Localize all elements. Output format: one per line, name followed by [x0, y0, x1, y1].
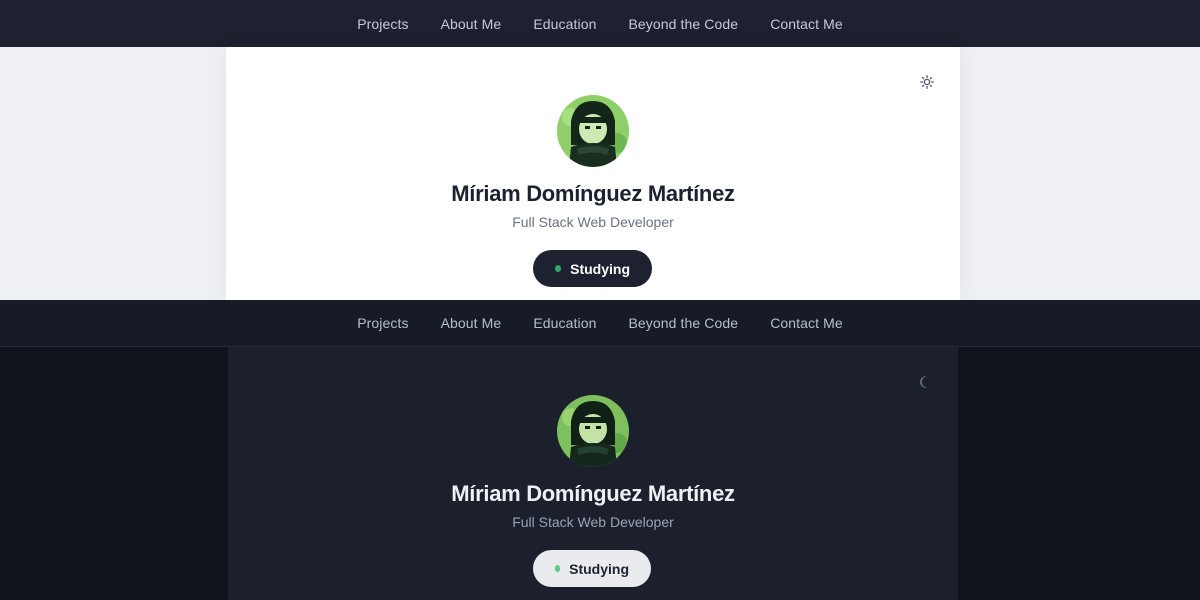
- nav-projects[interactable]: Projects: [357, 16, 408, 32]
- status-dot-icon: [555, 565, 561, 572]
- nav-projects[interactable]: Projects: [357, 315, 408, 331]
- top-navigation: Projects About Me Education Beyond the C…: [0, 0, 1200, 47]
- light-theme-view: Projects About Me Education Beyond the C…: [0, 0, 1200, 300]
- profile-card: Míriam Domínguez Martínez Full Stack Web…: [228, 347, 958, 600]
- nav-beyond-the-code[interactable]: Beyond the Code: [628, 16, 738, 32]
- status-badge[interactable]: Studying: [533, 550, 651, 587]
- sun-icon: [920, 75, 934, 89]
- nav-education[interactable]: Education: [533, 16, 596, 32]
- status-label: Studying: [569, 560, 629, 577]
- status-badge[interactable]: Studying: [533, 250, 652, 287]
- profile-role: Full Stack Web Developer: [512, 514, 674, 530]
- nav-contact-me[interactable]: Contact Me: [770, 16, 843, 32]
- nav-about-me[interactable]: About Me: [441, 16, 502, 32]
- status-dot-icon: [555, 265, 562, 272]
- avatar: [557, 395, 629, 467]
- dark-theme-view: Projects About Me Education Beyond the C…: [0, 300, 1200, 600]
- theme-toggle-button[interactable]: [916, 373, 934, 391]
- avatar-illustration: [557, 395, 629, 467]
- profile-name: Míriam Domínguez Martínez: [451, 481, 735, 506]
- nav-beyond-the-code[interactable]: Beyond the Code: [628, 315, 738, 331]
- avatar-illustration: [557, 95, 629, 167]
- top-navigation: Projects About Me Education Beyond the C…: [0, 300, 1200, 347]
- profile-name: Míriam Domínguez Martínez: [451, 181, 735, 206]
- theme-toggle-button[interactable]: [918, 73, 936, 91]
- avatar: [557, 95, 629, 167]
- profile-role: Full Stack Web Developer: [512, 214, 674, 230]
- moon-icon: [919, 376, 928, 388]
- nav-about-me[interactable]: About Me: [441, 315, 502, 331]
- nav-contact-me[interactable]: Contact Me: [770, 315, 843, 331]
- nav-education[interactable]: Education: [533, 315, 596, 331]
- profile-card: Míriam Domínguez Martínez Full Stack Web…: [226, 47, 960, 300]
- status-label: Studying: [570, 260, 630, 277]
